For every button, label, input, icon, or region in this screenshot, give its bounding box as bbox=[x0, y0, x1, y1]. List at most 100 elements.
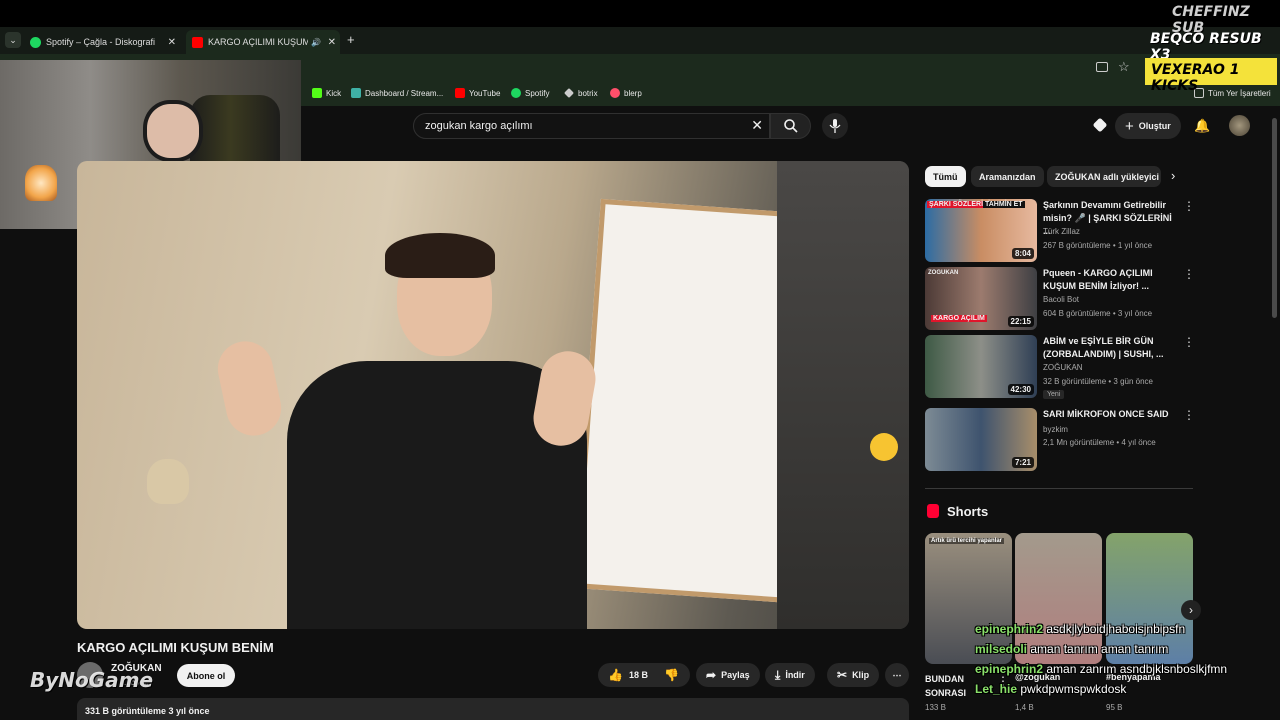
tab-list-chevron-icon[interactable]: ⌄ bbox=[5, 32, 21, 48]
subscribe-button[interactable]: Abone ol bbox=[177, 664, 235, 687]
chat-message: milsedoli aman tanrım aman tanrım bbox=[975, 642, 1169, 656]
botrix-icon bbox=[564, 88, 574, 98]
video-title: SARI MİKROFON ONCE SAID bbox=[1043, 409, 1169, 419]
bookmark-youtube[interactable]: YouTube bbox=[455, 88, 500, 98]
chat-message: epinephrin2 asdkjlyboidjhaboisjnbipsfn bbox=[975, 622, 1186, 636]
clip-button[interactable]: ✂ Klip bbox=[827, 663, 880, 687]
shorts-next-chevron-icon[interactable]: › bbox=[1181, 600, 1201, 620]
blerp-icon bbox=[610, 88, 620, 98]
share-button[interactable]: ➦ Paylaş bbox=[696, 663, 760, 687]
stream-top-bar bbox=[0, 0, 1280, 27]
dashboard-icon bbox=[351, 88, 361, 98]
duration-badge: 42:30 bbox=[1007, 384, 1034, 395]
search-icon bbox=[784, 119, 798, 133]
bookmark-botrix[interactable]: botrix bbox=[564, 88, 598, 98]
video-thumbnail[interactable]: ŞARKI SÖZLERİNİ TAHMİN ET 8:04 bbox=[925, 199, 1037, 262]
channel-name: Bacoli Bot bbox=[1043, 295, 1080, 304]
views-and-date: 331 B görüntüleme 3 yıl önce bbox=[85, 706, 210, 716]
youtube-icon bbox=[192, 36, 203, 48]
more-horizontal-icon: ⋯ bbox=[892, 669, 902, 680]
like-button[interactable]: 👍 18 B 👎 bbox=[598, 663, 690, 687]
new-badge: Yeni bbox=[1043, 390, 1065, 399]
shorts-heading: Shorts bbox=[947, 504, 989, 519]
short-views: 1,4 B bbox=[1015, 703, 1034, 712]
kick-icon bbox=[312, 88, 322, 98]
speaker-icon[interactable]: 🔊 bbox=[311, 38, 321, 47]
notifications-bell-icon[interactable]: 🔔 bbox=[1194, 118, 1210, 134]
browser-tab-bar: ⌄ Spotify – Çağla - Diskografi ✕ KARGO A… bbox=[0, 27, 1280, 54]
more-vertical-icon[interactable]: ⋮ bbox=[1183, 199, 1195, 213]
video-thumbnail[interactable]: ZOGUKAN KARGO AÇILIM 22:15 bbox=[925, 267, 1037, 330]
short-views: 133 B bbox=[925, 703, 946, 712]
thumbs-down-icon[interactable]: 👎 bbox=[664, 668, 679, 682]
watermark: ByNoGame bbox=[30, 668, 154, 692]
channel-name: ZOĞUKAN bbox=[1043, 363, 1083, 372]
video-title: Pqueen - KARGO AÇILIMI KUŞUM BENİM İzliy… bbox=[1043, 268, 1153, 291]
salt-lamp bbox=[25, 165, 57, 201]
recommendation-item[interactable]: ZOGUKAN KARGO AÇILIM 22:15 Pqueen - KARG… bbox=[925, 267, 1195, 331]
video-thumbnail[interactable]: 42:30 bbox=[925, 335, 1037, 398]
skull-decoration bbox=[147, 459, 189, 504]
thumbs-up-icon: 👍 bbox=[608, 668, 623, 682]
chat-message: Let_hie pwkdpwmspwkdosk bbox=[975, 682, 1127, 696]
video-title: KARGO AÇILIMI KUŞUM BENİM bbox=[77, 640, 274, 655]
bookmark-star-icon[interactable]: ☆ bbox=[1118, 59, 1130, 75]
bookshelf bbox=[777, 161, 909, 629]
plus-icon: + bbox=[1125, 117, 1134, 135]
duration-badge: 8:04 bbox=[1011, 248, 1034, 259]
video-title: ABİM ve EŞİYLE BİR GÜN (ZORBALANDIM) | S… bbox=[1043, 336, 1164, 359]
chip-from-uploader[interactable]: ZOĞUKAN adlı yükleyici bbox=[1047, 166, 1161, 187]
shorts-icon bbox=[927, 504, 939, 518]
close-icon[interactable]: ✕ bbox=[168, 37, 176, 48]
video-meta: 267 B görüntüleme • 1 yıl önce bbox=[1043, 241, 1153, 250]
more-vertical-icon[interactable]: ⋮ bbox=[1183, 335, 1195, 349]
chip-all[interactable]: Tümü bbox=[925, 166, 966, 187]
search-query: zogukan kargo açılımı bbox=[425, 120, 533, 132]
more-vertical-icon[interactable]: ⋮ bbox=[1183, 408, 1195, 422]
short-views: 95 B bbox=[1106, 703, 1123, 712]
presenter bbox=[212, 233, 637, 629]
tab-label: KARGO AÇILIMI KUŞUM BE bbox=[208, 37, 308, 47]
channel-name: Türk Zillaz bbox=[1043, 227, 1080, 236]
avatar[interactable] bbox=[1229, 115, 1250, 136]
channel-name: byzkim bbox=[1043, 425, 1068, 434]
bookmark-blerp[interactable]: blerp bbox=[610, 88, 642, 98]
video-meta: 604 B görüntüleme • 3 yıl önce bbox=[1043, 309, 1153, 318]
bookmark-spotify[interactable]: Spotify bbox=[511, 88, 549, 98]
download-icon: ⤓ bbox=[775, 667, 781, 682]
chevron-right-icon[interactable]: › bbox=[1171, 168, 1175, 183]
share-icon: ➦ bbox=[706, 668, 717, 682]
create-button[interactable]: + Oluştur bbox=[1115, 113, 1181, 139]
tab-youtube[interactable]: KARGO AÇILIMI KUŞUM BE 🔊 ✕ bbox=[186, 30, 340, 54]
divider bbox=[925, 488, 1193, 489]
description-box[interactable]: 331 B görüntüleme 3 yıl önce bbox=[77, 698, 909, 720]
more-vertical-icon[interactable]: ⋮ bbox=[1183, 267, 1195, 281]
duration-badge: 7:21 bbox=[1011, 457, 1034, 468]
recommendation-item[interactable]: ŞARKI SÖZLERİNİ TAHMİN ET 8:04 Şarkının … bbox=[925, 199, 1195, 263]
microphone-icon bbox=[829, 119, 841, 133]
chip-from-search[interactable]: Aramanızdan bbox=[971, 166, 1044, 187]
bookmark-kick[interactable]: Kick bbox=[312, 88, 341, 98]
search-button[interactable] bbox=[770, 113, 811, 139]
download-button[interactable]: ⤓ İndir bbox=[765, 663, 815, 687]
video-thumbnail[interactable]: 7:21 bbox=[925, 408, 1037, 471]
video-meta: 32 B görüntüleme • 3 gün önce bbox=[1043, 377, 1153, 386]
recommendation-item[interactable]: 7:21 SARI MİKROFON ONCE SAID byzkim 2,1 … bbox=[925, 408, 1195, 472]
more-actions-button[interactable]: ⋯ bbox=[885, 663, 909, 687]
spotify-icon bbox=[30, 36, 41, 48]
tab-label: Spotify – Çağla - Diskografi bbox=[46, 37, 156, 47]
chat-message: epinephrin2 aman zanrım asndbjklsnboslkj… bbox=[975, 662, 1228, 676]
search-input[interactable]: zogukan kargo açılımı ✕ bbox=[413, 113, 770, 139]
video-player[interactable] bbox=[77, 161, 909, 629]
voice-search-button[interactable] bbox=[822, 113, 848, 139]
clear-search-icon[interactable]: ✕ bbox=[751, 117, 763, 134]
close-icon[interactable]: ✕ bbox=[328, 37, 336, 48]
recommendation-item[interactable]: 42:30 ABİM ve EŞİYLE BİR GÜN (ZORBALANDI… bbox=[925, 335, 1195, 405]
bookmark-dashboard[interactable]: Dashboard / Stream... bbox=[351, 88, 443, 98]
cast-icon[interactable] bbox=[1096, 62, 1108, 72]
tab-spotify[interactable]: Spotify – Çağla - Diskografi ✕ bbox=[30, 30, 180, 54]
scissors-icon: ✂ bbox=[837, 668, 848, 682]
yellow-circle-sticker bbox=[870, 433, 898, 461]
new-tab-button[interactable]: + bbox=[347, 32, 355, 47]
scrollbar[interactable] bbox=[1272, 118, 1277, 318]
